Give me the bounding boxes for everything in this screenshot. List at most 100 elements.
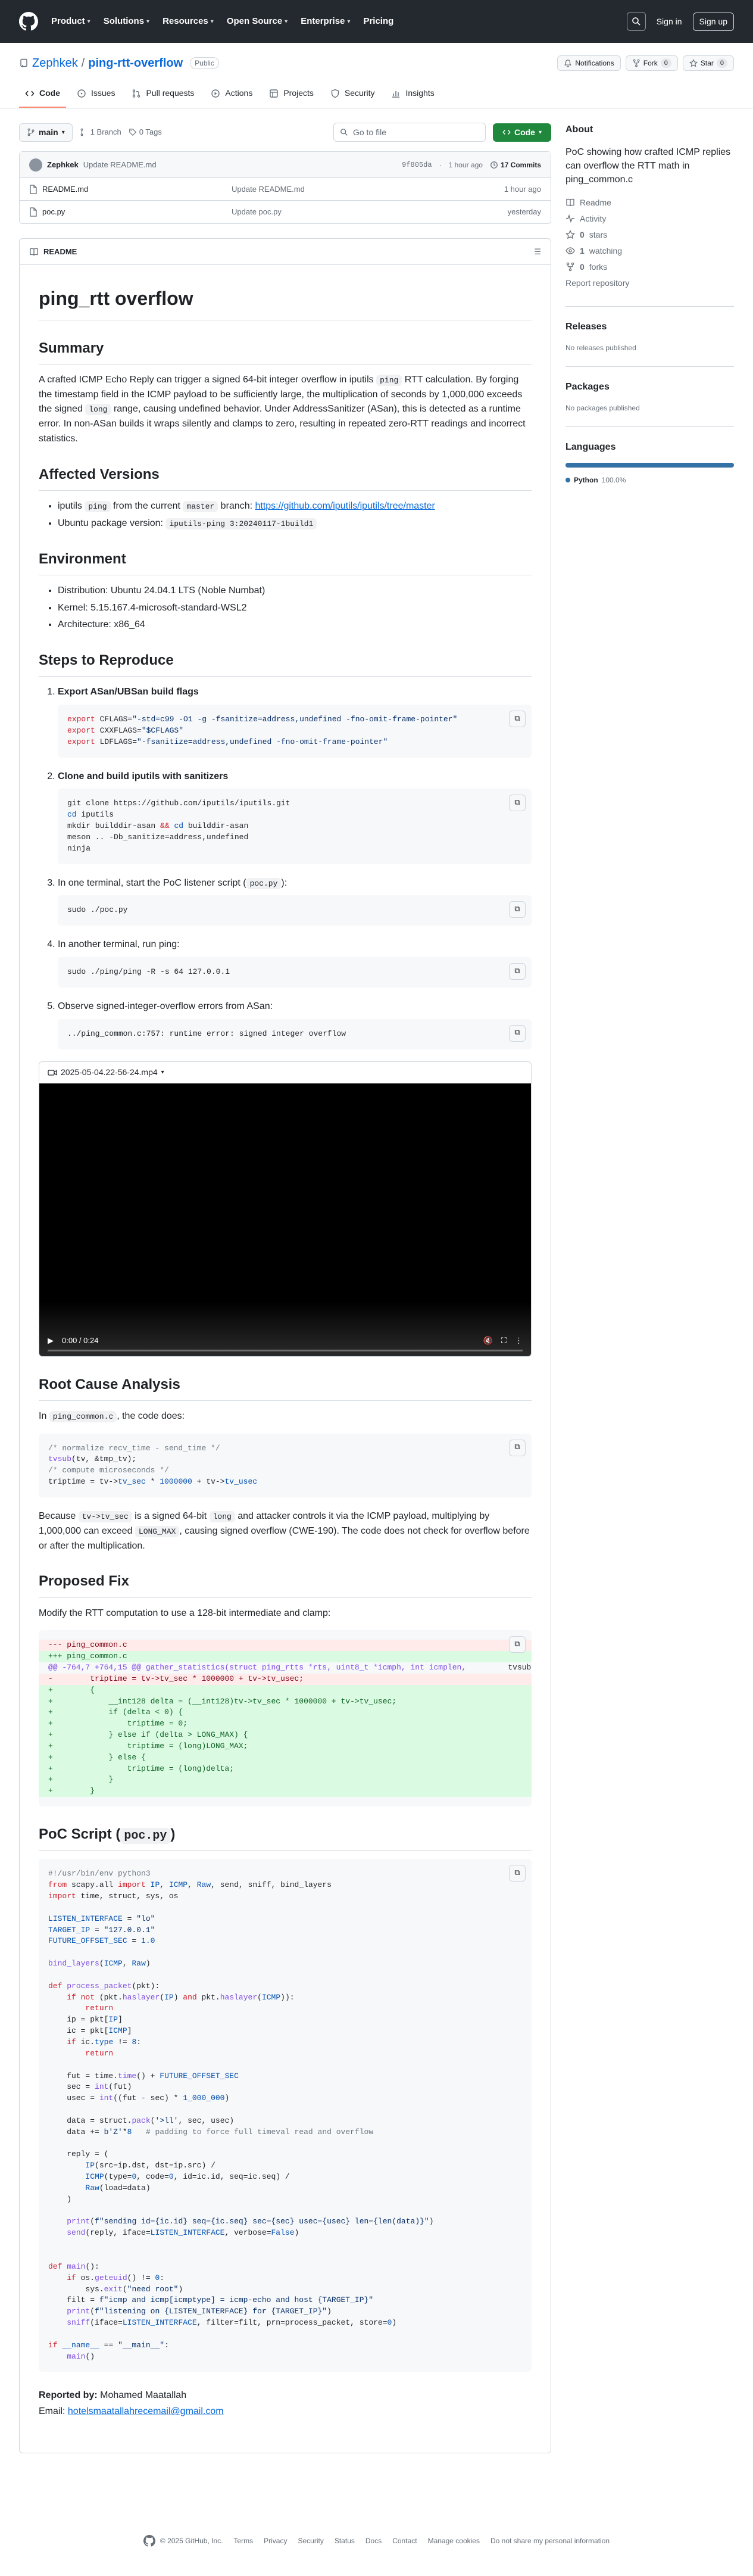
eye-icon (565, 247, 575, 254)
file-commit-time: yesterday (507, 207, 541, 217)
copy-icon[interactable]: ⧉ (509, 1024, 526, 1042)
repo-owner-link[interactable]: Zephkek (32, 54, 78, 72)
language-bar (565, 462, 734, 468)
video-header[interactable]: 2025-05-04.22-56-24.mp4 ▾ (39, 1062, 531, 1083)
commit-message[interactable]: Update README.md (83, 159, 157, 171)
heading-steps: Steps to Reproduce (39, 649, 532, 677)
about-section: About PoC showing how crafted ICMP repli… (565, 123, 734, 307)
tab-pull-requests[interactable]: Pull requests (126, 82, 200, 108)
notifications-button[interactable]: Notifications (557, 55, 621, 71)
search-button[interactable] (626, 12, 646, 31)
go-to-file-input[interactable]: Go to file (333, 123, 486, 142)
nav-product[interactable]: Product ▾ (51, 15, 90, 29)
file-icon (30, 207, 37, 217)
tag-icon (129, 129, 136, 136)
footer-link-terms[interactable]: Terms (233, 2535, 253, 2546)
packages-heading[interactable]: Packages (565, 380, 734, 394)
file-commit-message[interactable]: Update README.md (232, 183, 504, 195)
nav-resources[interactable]: Resources ▾ (163, 15, 214, 29)
nav-pricing[interactable]: Pricing (363, 15, 393, 29)
email-line: Email: hotelsmaatallahrecemail@gmail.com (39, 2406, 224, 2417)
file-name-link[interactable]: poc.py (42, 206, 65, 218)
star-button[interactable]: Star 0 (682, 55, 734, 71)
tags-link[interactable]: 0 Tags (129, 126, 162, 138)
code-block: ⧉ sudo ./ping/ping -R -s 64 127.0.0.1 (58, 957, 532, 988)
activity-link[interactable]: Activity (565, 213, 734, 225)
iputils-link[interactable]: https://github.com/iputils/iputils/tree/… (255, 501, 435, 511)
commit-hash[interactable]: 9f805da (402, 160, 432, 170)
list-item: Architecture: x86_64 (58, 618, 532, 633)
outline-icon[interactable]: ☰ (534, 246, 541, 258)
fork-button[interactable]: Fork 0 (625, 55, 678, 71)
tab-issues[interactable]: Issues (71, 82, 121, 108)
list-item: Ubuntu package version: iputils-ping 3:2… (58, 516, 532, 531)
copy-icon[interactable]: ⧉ (509, 795, 526, 812)
tab-insights[interactable]: Insights (385, 82, 440, 108)
repo-name-link[interactable]: ping-rtt-overflow (88, 54, 183, 72)
nav-open-source[interactable]: Open Source ▾ (227, 15, 288, 29)
tab-security[interactable]: Security (324, 82, 381, 108)
table-row[interactable]: README.md Update README.md 1 hour ago (20, 178, 551, 201)
heading-summary: Summary (39, 337, 532, 365)
copy-icon[interactable]: ⧉ (509, 1865, 526, 1882)
list-item: In one terminal, start the PoC listener … (58, 876, 532, 926)
star-count: 0 (716, 58, 727, 68)
commit-history-link[interactable]: 17 Commits (490, 160, 541, 170)
video-player[interactable]: ▶ 0:00 / 0:24 🔇 ⛶ ⋮ (39, 1083, 531, 1356)
code-dropdown-button[interactable]: Code ▾ (492, 123, 551, 142)
pulse-icon (566, 214, 574, 223)
commit-author[interactable]: Zephkek (47, 159, 79, 171)
forks-link[interactable]: 0 forks (565, 261, 734, 273)
tab-actions[interactable]: Actions (205, 82, 258, 108)
no-releases-text: No releases published (565, 343, 636, 352)
footer-link-docs[interactable]: Docs (365, 2535, 382, 2546)
branch-selector[interactable]: main ▾ (19, 123, 73, 142)
fullscreen-icon[interactable]: ⛶ (501, 1335, 507, 1347)
footer-link-privacy[interactable]: Privacy (264, 2535, 287, 2546)
tab-code[interactable]: Code (19, 82, 66, 108)
sign-in-link[interactable]: Sign in (657, 15, 682, 28)
steps-list: Export ASan/UBSan build flags ⧉export CF… (39, 685, 532, 1049)
reported-by: Reported by: Mohamed Maatallah (39, 2390, 187, 2401)
rca-explanation: Because tv->tv_sec is a signed 64-bit lo… (39, 1510, 530, 1551)
heading-proposed-fix: Proposed Fix (39, 1570, 532, 1598)
readme-link[interactable]: Readme (565, 197, 734, 209)
stars-link[interactable]: 0 stars (565, 229, 734, 241)
nav-solutions[interactable]: Solutions ▾ (104, 15, 149, 29)
tab-projects[interactable]: Projects (263, 82, 320, 108)
heading-environment: Environment (39, 548, 532, 575)
footer-link-do-not-share[interactable]: Do not share my personal information (490, 2535, 610, 2546)
footer-link-manage-cookies[interactable]: Manage cookies (428, 2535, 480, 2546)
mute-icon[interactable]: 🔇 (483, 1335, 493, 1347)
more-options-icon[interactable]: ⋮ (515, 1335, 523, 1347)
copy-icon[interactable]: ⧉ (509, 901, 526, 918)
copy-icon[interactable]: ⧉ (509, 1636, 526, 1653)
copy-icon[interactable]: ⧉ (509, 1439, 526, 1456)
copy-icon[interactable]: ⧉ (509, 711, 526, 728)
nav-enterprise[interactable]: Enterprise ▾ (301, 15, 350, 29)
releases-heading[interactable]: Releases (565, 320, 734, 334)
file-commit-message[interactable]: Update poc.py (232, 206, 508, 218)
repo-title: Zephkek / ping-rtt-overflow Public (19, 54, 219, 72)
email-link[interactable]: hotelsmaatallahrecemail@gmail.com (68, 2406, 224, 2416)
footer-link-status[interactable]: Status (335, 2535, 355, 2546)
languages-heading: Languages (565, 441, 616, 452)
play-icon[interactable]: ▶ (48, 1335, 54, 1347)
readme-tab[interactable]: README (43, 246, 77, 258)
watchers-link[interactable]: 1 watching (565, 245, 734, 257)
language-item[interactable]: Python 100.0% (565, 475, 734, 485)
branches-link[interactable]: 1 Branch (80, 126, 121, 138)
github-logo-icon[interactable] (19, 12, 38, 31)
file-name-link[interactable]: README.md (42, 183, 88, 195)
avatar[interactable] (29, 158, 42, 172)
list-item: Clone and build iputils with sanitizers … (58, 770, 532, 864)
sign-up-button[interactable]: Sign up (692, 12, 734, 31)
table-row[interactable]: poc.py Update poc.py yesterday (20, 201, 551, 223)
report-repository-link[interactable]: Report repository (565, 277, 734, 289)
main-column: main ▾ 1 Branch 0 Tags Go to file Code ▾ (19, 123, 551, 2454)
copy-icon[interactable]: ⧉ (509, 963, 526, 980)
chevron-down-icon: ▾ (146, 18, 150, 25)
footer-link-contact[interactable]: Contact (392, 2535, 417, 2546)
github-logo-icon[interactable] (143, 2535, 155, 2547)
footer-link-security[interactable]: Security (298, 2535, 323, 2546)
